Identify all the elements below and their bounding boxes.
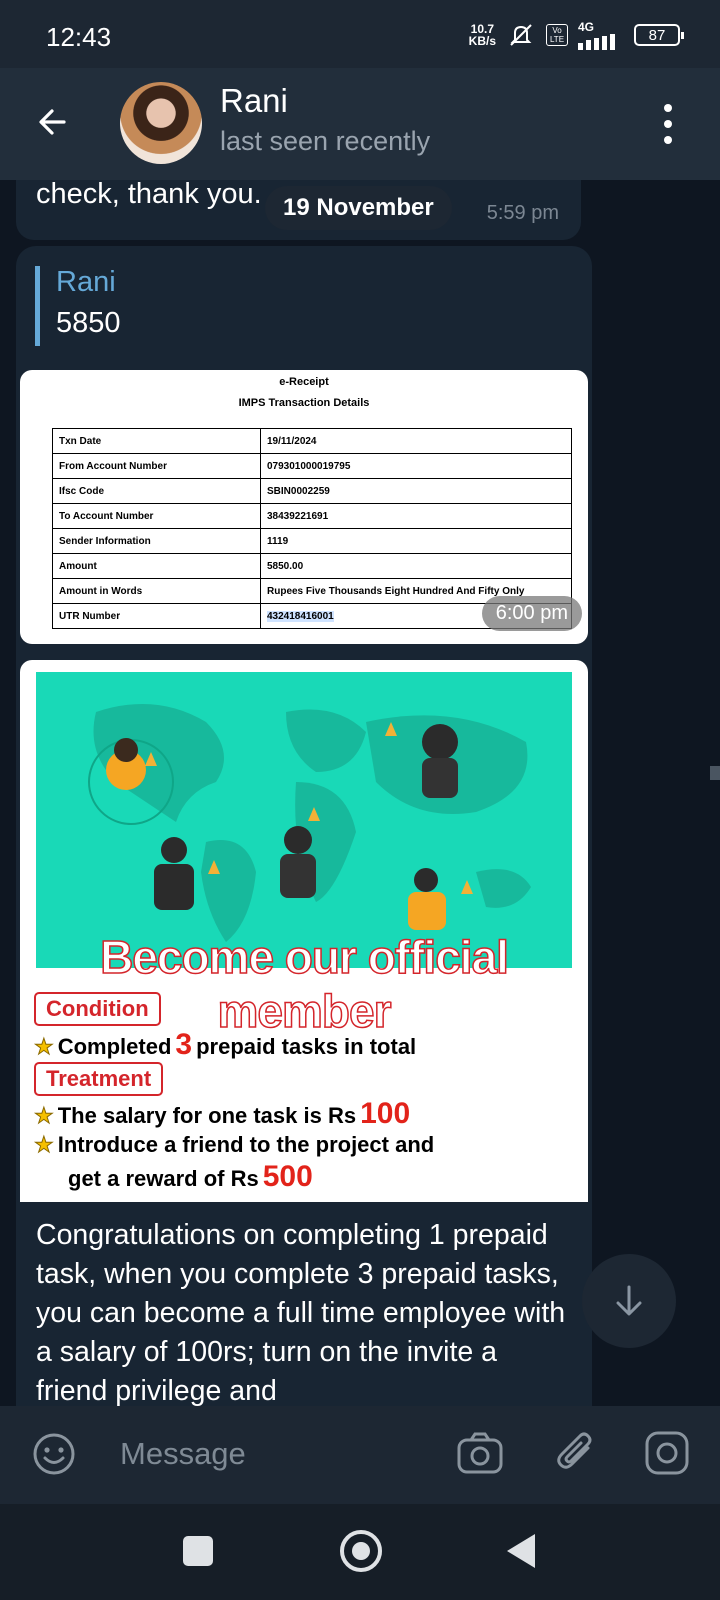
volte-icon: Vo LTE: [546, 24, 568, 46]
camera-icon[interactable]: [456, 1430, 504, 1481]
table-row: To Account Number 38439221691: [52, 503, 572, 529]
chat-area[interactable]: check, thank you. 5:59 pm 19 November Ra…: [0, 180, 720, 1406]
message-time: 6:00 pm: [481, 596, 582, 631]
contact-name[interactable]: Rani: [220, 82, 288, 120]
more-vert-icon[interactable]: [660, 104, 676, 144]
table-row: From Account Number 079301000019795: [52, 453, 572, 479]
system-nav-bar: [0, 1504, 720, 1600]
reply-text: 5850: [56, 307, 121, 339]
status-bar: 12:43 10.7 KB/s Vo LTE 4G 87: [0, 0, 720, 68]
promo-line: get a reward of Rs 500: [68, 1160, 313, 1193]
utr-number: 432418416001: [267, 610, 334, 622]
status-icons: 10.7 KB/s Vo LTE 4G 87: [468, 20, 684, 50]
promo-line: ★ Completed 3 prepaid tasks in total: [34, 1028, 417, 1061]
star-icon: ★: [34, 1034, 55, 1060]
receipt-subtitle: IMPS Transaction Details: [238, 397, 370, 409]
home-button[interactable]: [340, 1530, 382, 1572]
message-bubble[interactable]: Rani 5850 e-Receipt IMPS Transaction Det…: [16, 246, 592, 1406]
contact-status: last seen recently: [220, 126, 431, 156]
signal-icon: 4G: [578, 20, 624, 50]
table-row: Sender Information 1119: [52, 528, 572, 554]
date-separator: 19 November: [265, 186, 452, 230]
back-arrow-icon[interactable]: [34, 100, 78, 144]
scrollbar-thumb[interactable]: [710, 766, 720, 780]
mute-icon: [506, 22, 536, 48]
battery-indicator: 87: [634, 24, 684, 46]
treatment-tag: Treatment: [34, 1062, 164, 1096]
avatar[interactable]: [120, 82, 202, 164]
table-row: Amount 5850.00: [52, 553, 572, 579]
recents-button[interactable]: [183, 1536, 213, 1566]
message-text: Congratulations on completing 1 prepaid …: [36, 1219, 566, 1406]
net-speed: 10.7 KB/s: [468, 22, 496, 48]
message-composer: [0, 1406, 720, 1504]
reply-author: Rani: [56, 266, 116, 298]
message-text: check, thank you.: [36, 180, 262, 210]
condition-tag: Condition: [34, 992, 161, 1026]
paperclip-icon[interactable]: [554, 1428, 598, 1481]
promo-line: ★ Introduce a friend to the project and: [34, 1132, 435, 1158]
table-row: Txn Date 19/11/2024: [52, 428, 572, 454]
star-icon: ★: [34, 1103, 55, 1129]
status-time: 12:43: [46, 22, 112, 52]
receipt-image[interactable]: e-Receipt IMPS Transaction Details Txn D…: [20, 370, 588, 644]
back-button[interactable]: [507, 1534, 535, 1568]
promo-image[interactable]: Become our official member Condition ★ C…: [20, 660, 588, 1202]
chat-header: Rani last seen recently: [0, 68, 720, 180]
message-input[interactable]: [120, 1432, 420, 1476]
emoji-icon[interactable]: [32, 1432, 76, 1481]
scroll-down-icon[interactable]: [582, 1254, 676, 1348]
map-graphic: [88, 704, 531, 942]
reply-quote[interactable]: Rani 5850: [35, 266, 535, 346]
instagram-icon[interactable]: [644, 1430, 690, 1481]
receipt-title: e-Receipt: [279, 376, 329, 388]
table-row: Ifsc Code SBIN0002259: [52, 478, 572, 504]
world-map-illustration: [36, 672, 572, 968]
promo-line: ★ The salary for one task is Rs 100: [34, 1097, 411, 1130]
star-icon: ★: [34, 1132, 55, 1158]
message-time: 5:59 pm: [486, 202, 559, 224]
